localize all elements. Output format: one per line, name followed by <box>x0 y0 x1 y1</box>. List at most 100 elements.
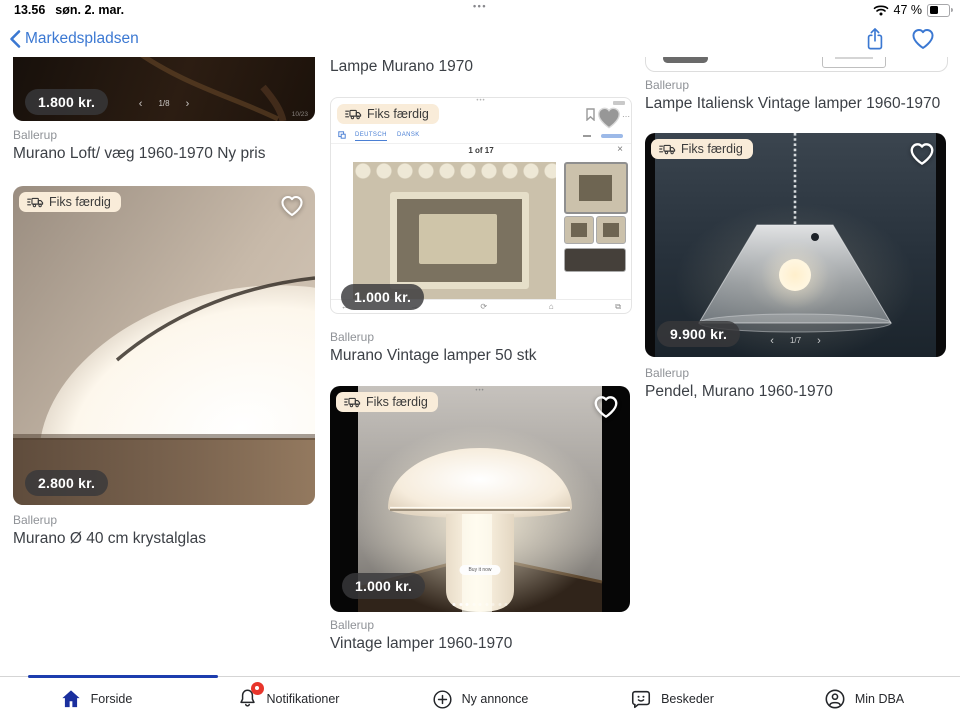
nav-bar: Markedspladsen <box>0 20 960 58</box>
tab-label: Ny annonce <box>462 692 529 706</box>
back-chevron-icon <box>8 29 22 49</box>
fiks-faerdig-badge: Fiks færdig <box>651 139 753 159</box>
carousel-next-icon[interactable]: › <box>186 100 190 108</box>
buy-it-now-button[interactable]: Buy it now <box>459 565 500 575</box>
fiks-faerdig-label: Fiks færdig <box>367 107 429 121</box>
photo-dots: ••• <box>475 388 484 394</box>
lamp-photo <box>13 186 315 505</box>
listing-location: Ballerup <box>330 330 374 344</box>
favorite-heart-icon[interactable] <box>595 105 623 131</box>
tab-label: Notifikationer <box>267 692 340 706</box>
share-icon[interactable] <box>864 27 886 51</box>
tab-notifikationer[interactable]: Notifikationer <box>192 677 384 720</box>
wifi-icon <box>873 4 889 16</box>
inner-thumbnail <box>564 216 594 244</box>
listing-card-italiensk-partial[interactable] <box>645 57 948 72</box>
inner-thumbnail <box>596 216 626 244</box>
price-badge: 1.800 kr. <box>25 89 108 115</box>
truck-icon <box>27 196 44 208</box>
listing-location: Ballerup <box>645 366 689 380</box>
listing-title[interactable]: Murano Loft/ væg 1960-1970 Ny pris <box>13 145 265 163</box>
fiks-faerdig-badge: Fiks færdig <box>336 392 438 412</box>
partial-dark-pill <box>663 57 708 63</box>
tab-label: Forside <box>91 692 133 706</box>
listing-title[interactable]: Lampe Murano 1970 <box>330 58 473 76</box>
battery-icon <box>927 4 950 17</box>
listing-location: Ballerup <box>13 128 57 142</box>
fiks-faerdig-label: Fiks færdig <box>681 142 743 156</box>
listing-card-pendel-murano[interactable]: Fiks færdig 9.900 kr. ‹ 1/7 › <box>645 133 946 357</box>
inner-thumbnail <box>564 162 628 214</box>
tab-forside[interactable]: Forside <box>0 677 192 720</box>
status-bar: 13.56 søn. 2. mar. ••• 47 % <box>0 0 960 20</box>
back-button[interactable]: Markedspladsen <box>8 29 139 49</box>
price-badge: 1.000 kr. <box>342 573 425 599</box>
listing-card-murano-krystalglas[interactable]: Fiks færdig 2.800 kr. <box>13 186 315 505</box>
listing-title[interactable]: Murano Vintage lamper 50 stk <box>330 347 537 365</box>
tab-min-dba[interactable]: Min DBA <box>768 677 960 720</box>
status-time: 13.56 <box>14 3 45 17</box>
notification-badge <box>251 682 264 695</box>
active-tab-indicator <box>28 675 218 678</box>
fiks-faerdig-label: Fiks færdig <box>366 395 428 409</box>
inner-photo-counter: 1 of 17 <box>331 146 631 155</box>
inner-multitask-dots: ••• <box>476 98 485 104</box>
inner-thumbnail <box>564 248 626 272</box>
bottom-tab-bar: Forside Notifikationer Ny annonce <box>0 676 960 720</box>
bookmark-icon <box>586 108 595 121</box>
listing-card-vintage-lamper[interactable]: ••• Fiks færdig Buy it now 1.000 kr. <box>330 386 630 612</box>
favorite-heart-icon[interactable] <box>908 141 936 167</box>
inner-more-icon: ⋯ <box>622 112 630 121</box>
multitask-dots: ••• <box>473 1 487 11</box>
battery-percent: 47 % <box>894 3 923 17</box>
fiks-faerdig-label: Fiks færdig <box>49 195 111 209</box>
truck-icon <box>345 108 362 120</box>
truck-icon <box>344 396 361 408</box>
tab-ny-annonce[interactable]: Ny annonce <box>384 677 576 720</box>
carousel-next-icon[interactable]: › <box>817 337 821 345</box>
app-screen: 13.56 søn. 2. mar. ••• 47 % Markedsplads… <box>0 0 960 720</box>
listing-title[interactable]: Murano Ø 40 cm krystalglas <box>13 530 206 548</box>
listing-card-murano-50stk[interactable]: ••• DEUTSCH DANSK 1 of 17 × <box>330 97 632 314</box>
status-date: søn. 2. mar. <box>55 3 124 17</box>
listing-card-murano-loft[interactable]: 1.800 kr. ‹ 1/8 › 10/23 <box>13 57 315 121</box>
price-badge: 2.800 kr. <box>25 470 108 496</box>
inner-main-photo <box>353 162 556 300</box>
listing-title[interactable]: Lampe Italiensk Vintage lamper 1960-1970 <box>645 95 940 113</box>
carousel-prev-icon[interactable]: ‹ <box>770 337 774 345</box>
inner-close-icon: × <box>617 144 623 155</box>
carousel-page: 1/8 <box>158 99 169 108</box>
favorite-heart-icon[interactable] <box>592 394 620 420</box>
listing-location: Ballerup <box>645 78 689 92</box>
tab-beskeder[interactable]: Beskeder <box>576 677 768 720</box>
inner-tab-deutsch: DEUTSCH <box>355 132 387 141</box>
plus-circle-icon <box>432 689 453 710</box>
photo-counter: 10/23 <box>292 111 308 118</box>
home-icon <box>60 689 82 709</box>
inner-tab-dansk: DANSK <box>397 132 420 138</box>
listing-grid: 1.800 kr. ‹ 1/8 › 10/23 Ballerup Murano … <box>0 57 960 676</box>
price-badge: 9.900 kr. <box>657 321 740 347</box>
fiks-faerdig-badge: Fiks færdig <box>337 104 439 124</box>
profile-icon <box>824 688 846 710</box>
inner-translate-bar: DEUTSCH DANSK <box>331 128 631 144</box>
partial-outline-button <box>822 57 886 68</box>
carousel-page: 1/7 <box>790 336 801 345</box>
fiks-faerdig-badge: Fiks færdig <box>19 192 121 212</box>
listing-location: Ballerup <box>330 618 374 632</box>
carousel-prev-icon[interactable]: ‹ <box>139 100 143 108</box>
listing-title[interactable]: Vintage lamper 1960-1970 <box>330 635 512 653</box>
tab-label: Beskeder <box>661 692 714 706</box>
chat-smiley-icon <box>630 688 652 710</box>
tab-label: Min DBA <box>855 692 904 706</box>
favorite-heart-icon[interactable] <box>279 194 305 218</box>
listing-location: Ballerup <box>13 513 57 527</box>
inner-minimize <box>583 135 591 137</box>
translate-icon <box>338 131 346 139</box>
photo-dot-pager <box>453 603 508 606</box>
listing-title[interactable]: Pendel, Murano 1960-1970 <box>645 383 833 401</box>
truck-icon <box>659 143 676 155</box>
inner-link-text <box>601 134 623 138</box>
back-label: Markedspladsen <box>25 30 139 48</box>
favorites-heart-icon[interactable] <box>910 27 936 51</box>
